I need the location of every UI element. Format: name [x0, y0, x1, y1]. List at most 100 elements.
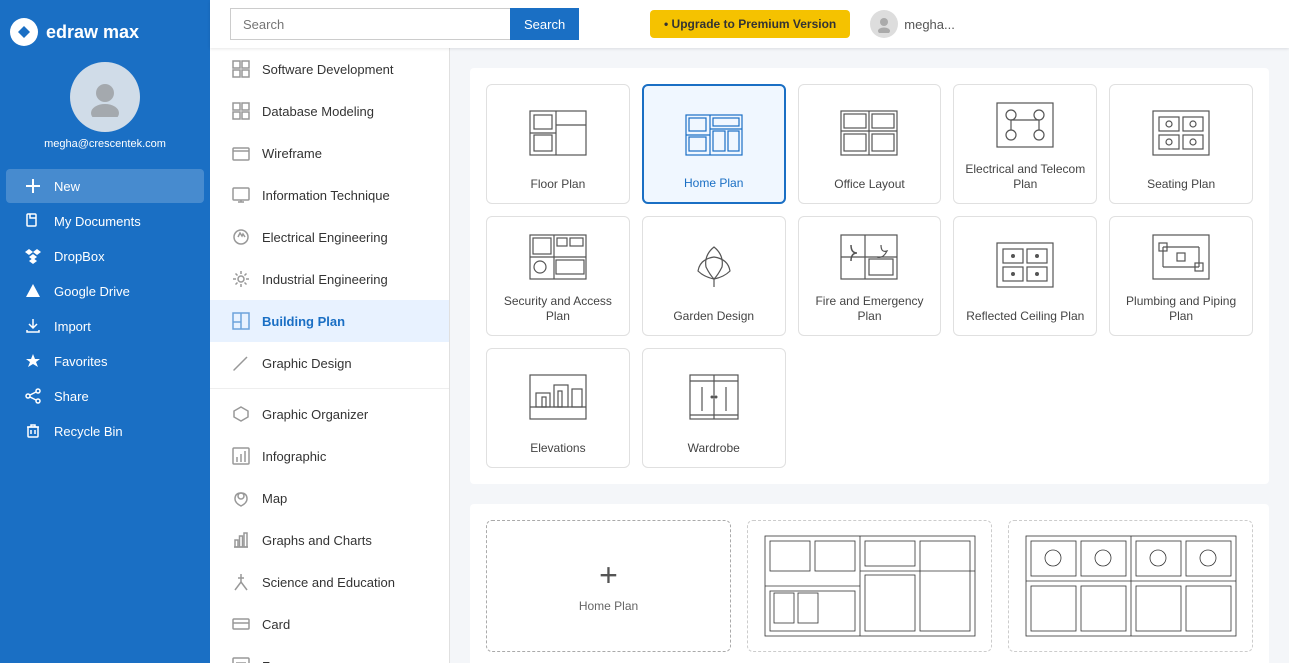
template-preview-2-img	[1019, 531, 1242, 641]
wireframe-icon	[230, 142, 252, 164]
my-documents-icon	[22, 213, 44, 229]
sidebar-navigation: New My Documents DropBox Google Drive Im…	[0, 168, 210, 449]
search-input[interactable]	[230, 8, 510, 40]
security-access-label: Security and Access Plan	[495, 294, 621, 325]
template-preview-1[interactable]	[747, 520, 992, 652]
sidebar-item-google-drive[interactable]: Google Drive	[6, 274, 204, 308]
garden-design-icon-area	[651, 229, 777, 301]
category-infographic-label: Infographic	[262, 449, 326, 464]
plumbing-piping-label: Plumbing and Piping Plan	[1118, 294, 1244, 325]
sidebar-item-dropbox[interactable]: DropBox	[6, 239, 204, 273]
sidebar-item-google-drive-label: Google Drive	[54, 284, 130, 299]
category-map-label: Map	[262, 491, 287, 506]
diagram-card-reflected-ceiling[interactable]: Reflected Ceiling Plan	[953, 216, 1097, 336]
software-dev-icon	[230, 58, 252, 80]
security-access-icon-area	[495, 229, 621, 286]
category-form-label: Form	[262, 659, 292, 663]
templates-section: + Home Plan	[470, 504, 1269, 663]
user-profile[interactable]: megha...	[870, 10, 955, 38]
sidebar-item-my-documents-label: My Documents	[54, 214, 141, 229]
upgrade-button[interactable]: Upgrade to Premium Version	[650, 10, 850, 38]
category-database-label: Database Modeling	[262, 104, 374, 119]
star-icon	[22, 353, 44, 369]
category-infographic[interactable]: Infographic	[210, 435, 449, 477]
template-preview-1-img	[758, 531, 981, 641]
new-icon	[22, 178, 44, 194]
database-icon	[230, 100, 252, 122]
sidebar-item-import-label: Import	[54, 319, 91, 334]
sidebar-item-my-documents[interactable]: My Documents	[6, 204, 204, 238]
diagram-card-security-access[interactable]: Security and Access Plan	[486, 216, 630, 336]
category-wireframe[interactable]: Wireframe	[210, 132, 449, 174]
app-logo: edraw max	[0, 10, 149, 62]
elevations-label: Elevations	[530, 441, 585, 457]
dropbox-icon	[22, 248, 44, 264]
category-science-edu-label: Science and Education	[262, 575, 395, 590]
category-science-edu[interactable]: Science and Education	[210, 561, 449, 603]
sidebar-item-share[interactable]: Share	[6, 379, 204, 413]
sidebar-item-favorites-label: Favorites	[54, 354, 107, 369]
elevations-icon-area	[495, 361, 621, 433]
sidebar-item-import[interactable]: Import	[6, 309, 204, 343]
diagram-card-elevations[interactable]: Elevations	[486, 348, 630, 468]
category-industrial-label: Industrial Engineering	[262, 272, 388, 287]
avatar	[70, 62, 140, 132]
user-email: megha@crescentek.com	[34, 138, 176, 150]
building-plan-icon	[230, 310, 252, 332]
diagram-card-floor-plan[interactable]: Floor Plan	[486, 84, 630, 204]
search-button[interactable]: Search	[510, 8, 579, 40]
category-info-tech-label: Information Technique	[262, 188, 390, 203]
sidebar-item-share-label: Share	[54, 389, 89, 404]
template-preview-2[interactable]	[1008, 520, 1253, 652]
diagram-card-fire-emergency[interactable]: Fire and Emergency Plan	[798, 216, 942, 336]
sidebar-item-new-label: New	[54, 179, 80, 194]
form-icon	[230, 655, 252, 663]
category-map[interactable]: Map	[210, 477, 449, 519]
logo-icon	[10, 18, 38, 46]
category-electrical[interactable]: Electrical Engineering	[210, 216, 449, 258]
category-graphs-charts[interactable]: Graphs and Charts	[210, 519, 449, 561]
category-industrial[interactable]: Industrial Engineering	[210, 258, 449, 300]
sidebar-item-recycle-bin-label: Recycle Bin	[54, 424, 123, 439]
category-building-plan[interactable]: Building Plan	[210, 300, 449, 342]
diagram-card-office-layout[interactable]: Office Layout	[798, 84, 942, 204]
fire-emergency-icon-area	[807, 229, 933, 286]
diagrams-section: Floor Plan Ho	[470, 68, 1269, 484]
template-new-home-plan-label: Home Plan	[579, 599, 638, 613]
office-layout-icon-area	[807, 97, 933, 169]
category-card-label: Card	[262, 617, 290, 632]
category-graphic-design[interactable]: Graphic Design	[210, 342, 449, 384]
diagram-card-seating-plan[interactable]: Seating Plan	[1109, 84, 1253, 204]
template-new-home-plan[interactable]: + Home Plan	[486, 520, 731, 652]
map-icon	[230, 487, 252, 509]
diagram-card-wardrobe[interactable]: Wardrobe	[642, 348, 786, 468]
category-database[interactable]: Database Modeling	[210, 90, 449, 132]
category-card[interactable]: Card	[210, 603, 449, 645]
category-graphic-design-label: Graphic Design	[262, 356, 352, 371]
plus-icon: +	[599, 559, 618, 591]
category-wireframe-label: Wireframe	[262, 146, 322, 161]
diagram-card-garden-design[interactable]: Garden Design	[642, 216, 786, 336]
category-software-dev[interactable]: Software Development	[210, 48, 449, 90]
diagram-card-electrical-telecom[interactable]: Electrical and Telecom Plan	[953, 84, 1097, 204]
category-divider	[210, 388, 449, 389]
category-electrical-label: Electrical Engineering	[262, 230, 388, 245]
diagram-card-plumbing-piping[interactable]: Plumbing and Piping Plan	[1109, 216, 1253, 336]
google-drive-icon	[22, 283, 44, 299]
sidebar-item-favorites[interactable]: Favorites	[6, 344, 204, 378]
electrical-telecom-label: Electrical and Telecom Plan	[962, 162, 1088, 193]
seating-plan-icon-area	[1118, 97, 1244, 169]
sidebar: edraw max megha@crescentek.com New My Do…	[0, 0, 210, 663]
sidebar-item-new[interactable]: New	[6, 169, 204, 203]
user-avatar-area: megha@crescentek.com	[34, 62, 176, 150]
category-graphic-organizer[interactable]: Graphic Organizer	[210, 393, 449, 435]
floor-plan-icon-area	[495, 97, 621, 169]
diagram-card-home-plan[interactable]: Home Plan	[642, 84, 786, 204]
category-graphs-charts-label: Graphs and Charts	[262, 533, 372, 548]
user-avatar-header	[870, 10, 898, 38]
sidebar-item-recycle-bin[interactable]: Recycle Bin	[6, 414, 204, 448]
industrial-icon	[230, 268, 252, 290]
category-info-tech[interactable]: Information Technique	[210, 174, 449, 216]
category-form[interactable]: Form	[210, 645, 449, 663]
science-icon	[230, 571, 252, 593]
